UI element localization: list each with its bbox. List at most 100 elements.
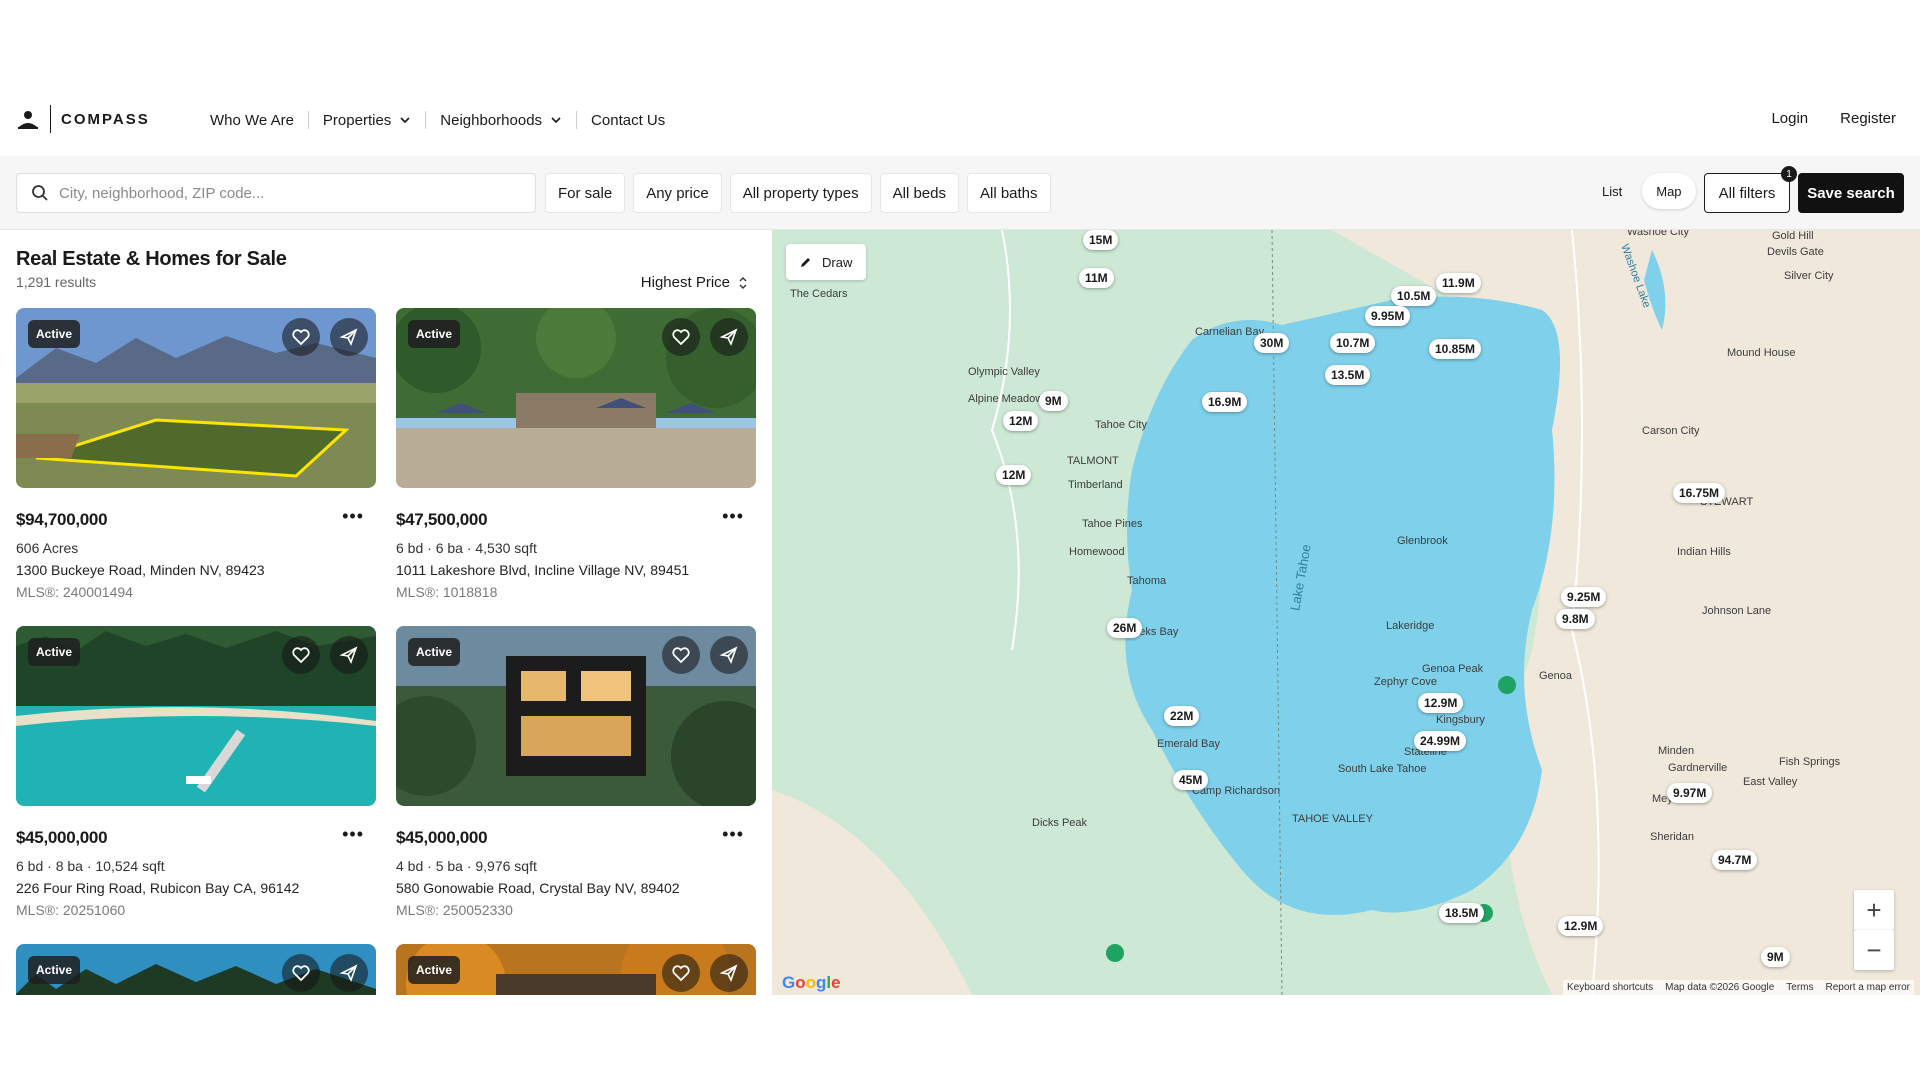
favorite-button[interactable] (282, 636, 320, 674)
save-search-button[interactable]: Save search (1798, 173, 1904, 213)
listing-photo[interactable]: Active (16, 308, 376, 488)
listing-photo[interactable]: Active (396, 626, 756, 806)
filter-for-sale[interactable]: For sale (545, 173, 626, 213)
nav-contact-us[interactable]: Contact Us (577, 110, 679, 130)
listing-details: 6 bd · 6 ba · 4,530 sqft (396, 540, 537, 556)
report-error-link[interactable]: Report a map error (1826, 982, 1910, 993)
filter-beds[interactable]: All beds (879, 173, 959, 213)
register-link[interactable]: Register (1840, 110, 1896, 127)
map-place: Tahoma (1127, 575, 1167, 587)
google-logo: Google (782, 973, 841, 992)
favorite-button[interactable] (662, 318, 700, 356)
zoom-out-button[interactable]: − (1854, 930, 1894, 970)
price-pin[interactable]: 30M (1254, 333, 1290, 353)
map-attribution: Keyboard shortcuts Map data ©2026 Google… (1562, 980, 1914, 995)
share-button[interactable] (710, 954, 748, 992)
price-pin[interactable]: 10.85M (1429, 339, 1482, 359)
terms-link[interactable]: Terms (1786, 982, 1813, 993)
filter-baths[interactable]: All baths (966, 173, 1051, 213)
price-pin[interactable]: 15M (1083, 230, 1119, 250)
price-pin[interactable]: 9.8M (1556, 609, 1595, 629)
listing-card[interactable]: Active $94,700,000 ••• 606 Acres 1300 Bu… (16, 308, 376, 600)
favorite-button[interactable] (282, 318, 320, 356)
price-pin[interactable]: 9.95M (1365, 306, 1411, 326)
filter-price[interactable]: Any price (633, 173, 722, 213)
listing-photo[interactable]: Active (396, 944, 756, 995)
price-pin[interactable]: 13.5M (1325, 365, 1371, 385)
map-place: Homewood (1069, 546, 1125, 558)
favorite-button[interactable] (662, 636, 700, 674)
price-pin[interactable]: 22M (1164, 706, 1200, 726)
listing-card[interactable]: Active $45,000,000 ••• 6 bd · 8 ba · 10,… (16, 626, 376, 918)
price-pin[interactable]: 11M (1079, 268, 1114, 288)
price-pin[interactable]: 45M (1173, 770, 1209, 790)
price-pin[interactable]: 24.99M (1414, 731, 1467, 751)
listing-photo[interactable]: Active (16, 626, 376, 806)
price-pin[interactable]: 9.25M (1561, 587, 1607, 607)
draw-button[interactable]: Draw (786, 244, 867, 280)
more-options-button[interactable]: ••• (342, 506, 364, 527)
map-data-text: Map data ©2026 Google (1665, 982, 1775, 993)
listing-photo[interactable]: Active (16, 944, 376, 995)
price-pin[interactable]: 9M (1761, 947, 1790, 967)
price-pin[interactable]: 12M (1003, 411, 1039, 431)
nav-who-we-are[interactable]: Who We Are (210, 110, 308, 130)
listing-price: $47,500,000 (396, 510, 488, 529)
price-pin[interactable]: 94.7M (1712, 850, 1758, 870)
nav-label: Who We Are (210, 111, 294, 129)
zoom-in-button[interactable]: + (1854, 890, 1894, 930)
compass-logo[interactable]: COMPASS (16, 104, 150, 134)
share-button[interactable] (330, 636, 368, 674)
search-box[interactable] (16, 173, 536, 213)
share-button[interactable] (710, 636, 748, 674)
price-pin[interactable]: 10.5M (1391, 286, 1437, 306)
share-button[interactable] (330, 318, 368, 356)
sort-dropdown[interactable]: Highest Price (641, 274, 748, 291)
price-pin[interactable]: 11.9M (1436, 273, 1481, 293)
price-pin[interactable]: 12.9M (1558, 916, 1604, 936)
price-pin[interactable]: 10.7M (1330, 333, 1376, 353)
share-button[interactable] (330, 954, 368, 992)
listing-address[interactable]: 1300 Buckeye Road, Minden NV, 89423 (16, 562, 265, 578)
filter-property-type[interactable]: All property types (729, 173, 872, 213)
price-pin[interactable]: 12M (996, 465, 1032, 485)
listing-card[interactable]: Active $45,000,000 ••• 4 bd · 5 ba · 9,9… (396, 626, 756, 918)
keyboard-shortcuts-link[interactable]: Keyboard shortcuts (1567, 982, 1653, 993)
listing-address[interactable]: 580 Gonowabie Road, Crystal Bay NV, 8940… (396, 880, 680, 896)
price-pin[interactable]: 9.97M (1667, 783, 1713, 803)
listing-card[interactable]: Active (16, 944, 376, 995)
search-input[interactable] (59, 184, 499, 202)
login-link[interactable]: Login (1771, 110, 1808, 127)
send-icon (339, 964, 358, 983)
more-options-button[interactable]: ••• (722, 506, 744, 527)
favorite-button[interactable] (662, 954, 700, 992)
more-options-button[interactable]: ••• (342, 824, 364, 845)
map-place: Gardnerville (1668, 762, 1728, 774)
nav-properties[interactable]: Properties (309, 110, 425, 130)
map-place: Tahoe Pines (1082, 518, 1143, 530)
listing-card[interactable]: Active (396, 944, 756, 995)
listings-panel: Real Estate & Homes for Sale 1,291 resul… (0, 230, 772, 995)
map-view[interactable]: Lake Tahoe Washoe Lake Washoe City Gold … (772, 230, 1920, 995)
list-view-button[interactable]: List (1588, 173, 1636, 209)
listing-address[interactable]: 226 Four Ring Road, Rubicon Bay CA, 9614… (16, 880, 299, 896)
share-button[interactable] (710, 318, 748, 356)
favorite-button[interactable] (282, 954, 320, 992)
map-place: Gold Hill (1772, 230, 1814, 242)
price-pin[interactable]: 12.9M (1418, 693, 1464, 713)
listing-photo[interactable]: Active (396, 308, 756, 488)
heart-icon (292, 647, 310, 664)
price-pin[interactable]: 18.5M (1439, 903, 1485, 923)
send-icon (719, 964, 738, 983)
price-pin[interactable]: 16.9M (1202, 392, 1248, 412)
price-pin[interactable]: 26M (1107, 618, 1143, 638)
listing-card[interactable]: Active $47,500,000 ••• 6 bd · 6 ba · 4,5… (396, 308, 756, 600)
all-filters-button[interactable]: All filters 1 (1704, 166, 1797, 213)
more-options-button[interactable]: ••• (722, 824, 744, 845)
nav-neighborhoods[interactable]: Neighborhoods (426, 110, 576, 130)
listing-address[interactable]: 1011 Lakeshore Blvd, Incline Village NV,… (396, 562, 689, 578)
map-view-button[interactable]: Map (1642, 173, 1696, 209)
price-pin[interactable]: 9M (1039, 391, 1068, 411)
map-place: Kingsbury (1436, 714, 1485, 726)
price-pin[interactable]: 16.75M (1673, 483, 1726, 503)
